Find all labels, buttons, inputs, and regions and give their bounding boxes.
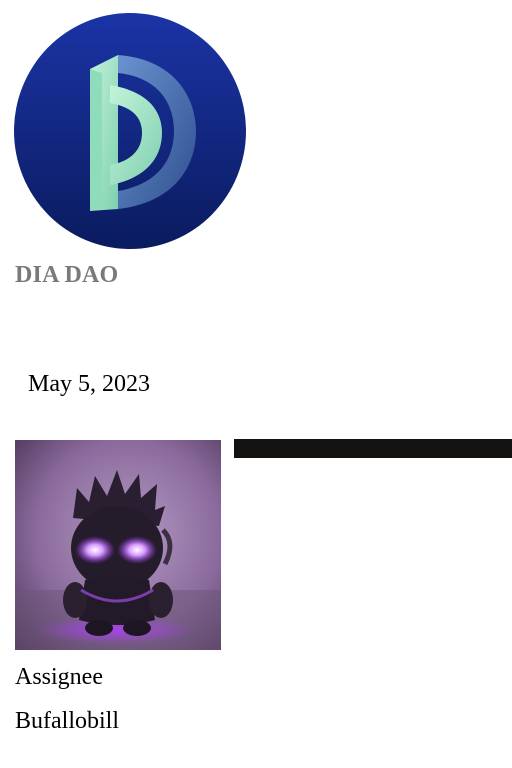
assignee-label: Assignee [15,664,103,690]
org-name[interactable]: DIA DAO [15,262,118,289]
dia-logo-icon[interactable] [14,13,246,249]
page: DIA DAO May 5, 2023 Assignee Bufallobill [0,0,512,768]
cover-banner [234,439,512,458]
assignee-name[interactable]: Bufallobill [15,708,119,735]
proposal-date: May 5, 2023 [28,371,150,397]
assignee-avatar-image [15,440,221,650]
